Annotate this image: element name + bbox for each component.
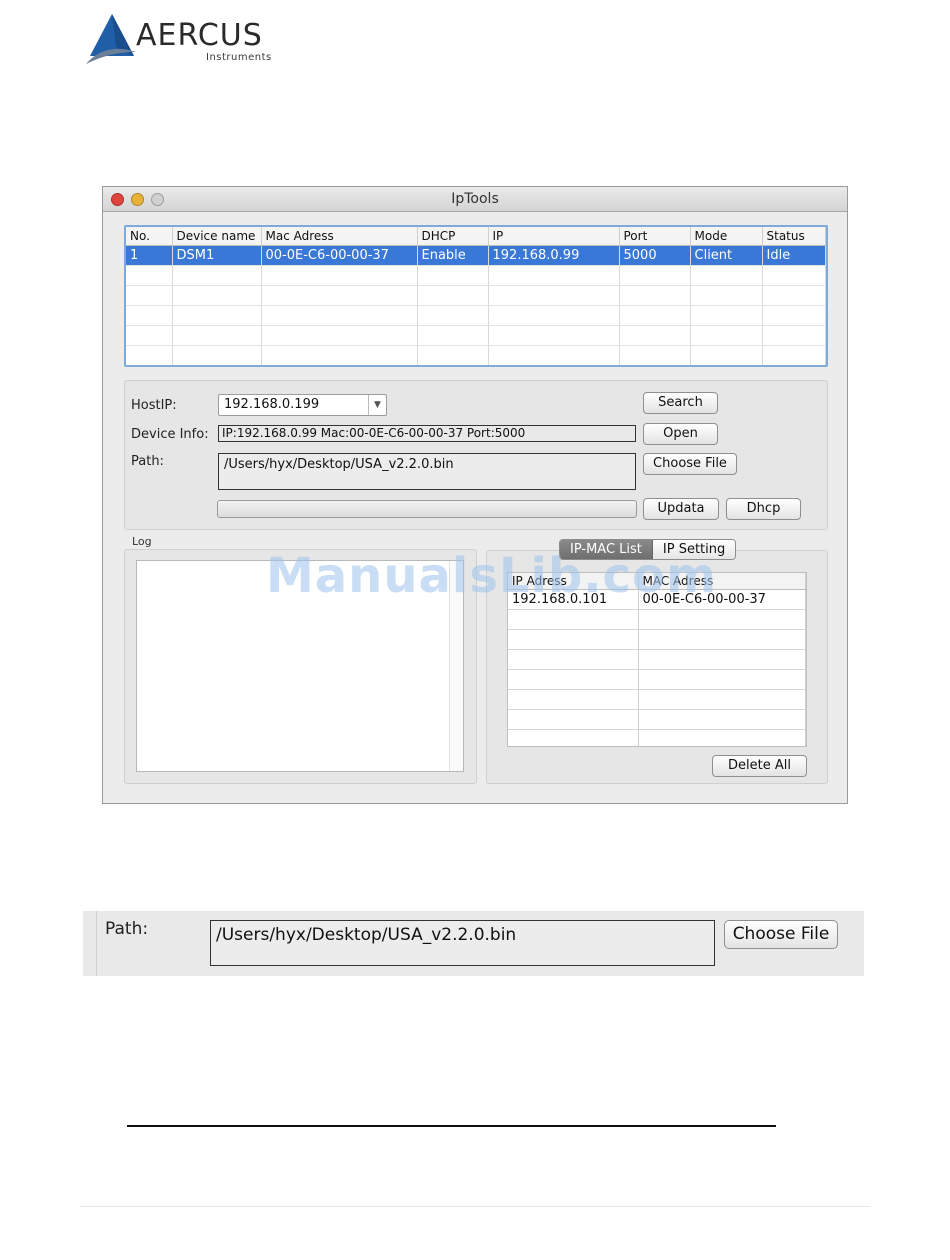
table-cell: 1	[126, 245, 173, 266]
table-row-empty[interactable]	[508, 649, 806, 670]
divider	[96, 911, 97, 976]
connection-panel: HostIP: 192.168.0.199 ▼ Search Device In…	[124, 380, 828, 530]
path-field[interactable]: /Users/hyx/Desktop/USA_v2.2.0.bin	[218, 453, 636, 490]
titlebar: IpTools	[103, 187, 847, 212]
table-cell: Client	[690, 245, 763, 266]
host-ip-value: 192.168.0.199	[224, 397, 320, 412]
table-row-empty[interactable]	[508, 669, 806, 690]
open-button[interactable]: Open	[643, 423, 718, 445]
table-row-empty[interactable]	[508, 689, 806, 710]
logo-sub-text: Instruments	[206, 52, 272, 63]
watermark: ManualsLib.com	[266, 548, 717, 604]
path-label: Path:	[131, 454, 164, 469]
table-row-empty[interactable]	[126, 345, 826, 365]
column-header[interactable]: No.	[126, 227, 173, 246]
path-label: Path:	[105, 919, 149, 939]
column-header[interactable]: IP	[488, 227, 620, 246]
upload-progress-bar	[217, 500, 637, 518]
divider	[80, 1206, 870, 1207]
updata-button[interactable]: Updata	[643, 498, 719, 520]
host-ip-select[interactable]: 192.168.0.199 ▼	[218, 394, 387, 416]
device-info-field: IP:192.168.0.99 Mac:00-0E-C6-00-00-37 Po…	[218, 425, 636, 442]
path-field[interactable]: /Users/hyx/Desktop/USA_v2.2.0.bin	[210, 920, 715, 966]
logo-brand-text: AERCUS	[136, 18, 263, 53]
column-header[interactable]: Status	[762, 227, 826, 246]
table-cell: DSM1	[172, 245, 262, 266]
table-row-empty[interactable]	[508, 609, 806, 630]
column-header[interactable]: DHCP	[417, 227, 489, 246]
iptools-window: IpTools No. Device name Mac Adress DHCP …	[102, 186, 848, 804]
column-header[interactable]: Port	[619, 227, 691, 246]
path-zoom-detail: Path: /Users/hyx/Desktop/USA_v2.2.0.bin …	[83, 911, 864, 976]
table-row-empty[interactable]	[508, 629, 806, 650]
choose-file-button[interactable]: Choose File	[643, 453, 737, 475]
table-row-empty[interactable]	[508, 729, 806, 746]
log-label: Log	[132, 535, 152, 548]
device-table-header: No. Device name Mac Adress DHCP IP Port …	[126, 227, 826, 246]
aercus-logo: AERCUS Instruments	[86, 12, 296, 68]
table-cell: 5000	[619, 245, 691, 266]
table-cell: 192.168.0.99	[488, 245, 620, 266]
table-cell: Enable	[417, 245, 489, 266]
aercus-logo-mark-icon	[86, 14, 136, 64]
table-row-empty[interactable]	[126, 265, 826, 286]
table-cell: 00-0E-C6-00-00-37	[261, 245, 418, 266]
device-table[interactable]: No. Device name Mac Adress DHCP IP Port …	[124, 225, 828, 367]
device-info-label: Device Info:	[131, 427, 209, 442]
column-header[interactable]: Device name	[172, 227, 262, 246]
table-row[interactable]: 1 DSM1 00-0E-C6-00-00-37 Enable 192.168.…	[126, 245, 826, 266]
search-button[interactable]: Search	[643, 392, 718, 414]
delete-all-button[interactable]: Delete All	[712, 755, 807, 777]
column-header[interactable]: Mac Adress	[261, 227, 418, 246]
divider	[127, 1125, 776, 1127]
column-header[interactable]: Mode	[690, 227, 763, 246]
table-cell: Idle	[762, 245, 826, 266]
host-ip-label: HostIP:	[131, 398, 177, 413]
table-row-empty[interactable]	[126, 305, 826, 326]
dhcp-button[interactable]: Dhcp	[726, 498, 801, 520]
table-row-empty[interactable]	[508, 709, 806, 730]
dropdown-arrow-icon[interactable]: ▼	[368, 395, 386, 415]
table-row-empty[interactable]	[126, 285, 826, 306]
table-row-empty[interactable]	[126, 325, 826, 346]
choose-file-button[interactable]: Choose File	[724, 920, 838, 949]
window-title: IpTools	[451, 191, 499, 207]
